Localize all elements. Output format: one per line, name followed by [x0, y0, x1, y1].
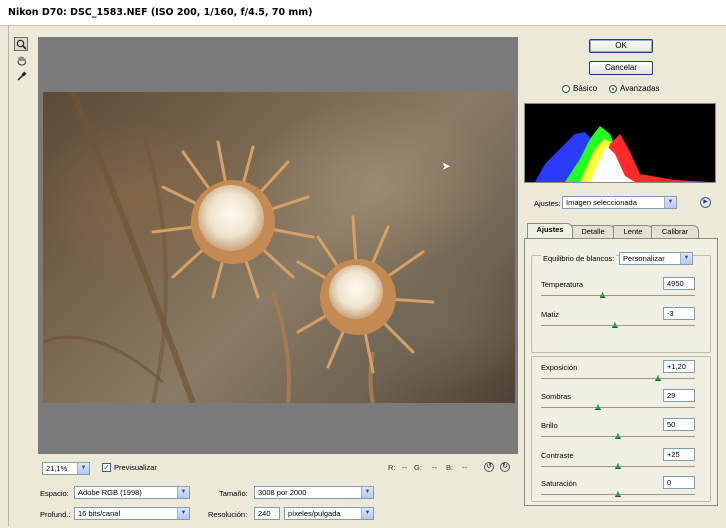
- resolution-input[interactable]: 240: [254, 507, 280, 520]
- sombras-slider-track[interactable]: [541, 407, 695, 408]
- matiz-value-field[interactable]: -3: [663, 307, 695, 320]
- hand-tool[interactable]: [14, 53, 28, 67]
- chevron-down-icon: ▼: [177, 508, 189, 519]
- rgb-g-label: G:: [414, 463, 422, 472]
- hand-icon: [17, 56, 26, 66]
- rgb-r-value: --: [402, 463, 407, 472]
- cancel-button[interactable]: Cancelar: [589, 61, 653, 75]
- space-label: Espacio:: [40, 489, 69, 498]
- settings-label: Ajustes:: [534, 199, 561, 208]
- depth-label: Profund.:: [40, 510, 71, 519]
- exposicion-label: Exposición: [541, 363, 578, 372]
- radio-selected-icon: [609, 84, 618, 93]
- adjust-panel: Equilibrio de blancos: Personalizar ▼ Te…: [524, 238, 718, 506]
- mouse-cursor-icon: ➤: [441, 159, 452, 173]
- tab-detalle[interactable]: Detalle: [571, 225, 615, 238]
- white-balance-group: [531, 255, 711, 353]
- window-title: Nikon D70: DSC_1583.NEF (ISO 200, 1/160,…: [0, 0, 726, 26]
- size-label: Tamaño:: [219, 489, 248, 498]
- temperatura-slider-track[interactable]: [541, 295, 695, 296]
- white-balance-select[interactable]: Personalizar ▼: [619, 252, 693, 265]
- preview-label: Previsualizar: [114, 463, 157, 472]
- rotate-right-icon[interactable]: ↻: [500, 462, 510, 472]
- tab-lente[interactable]: Lente: [613, 225, 653, 238]
- sombras-label: Sombras: [541, 392, 572, 401]
- zoom-select[interactable]: 21,1% ▼: [42, 462, 90, 475]
- white-balance-label: Equilibrio de blancos:: [541, 254, 617, 263]
- tab-calibrar[interactable]: Calibrar: [651, 225, 699, 238]
- eyedropper-icon: [16, 71, 26, 81]
- zoom-tool[interactable]: [14, 37, 28, 51]
- temperatura-label: Temperatura: [541, 280, 584, 289]
- saturacion-value-field[interactable]: 0: [663, 476, 695, 489]
- eyedropper-tool[interactable]: [14, 69, 28, 83]
- histogram-graph: [535, 126, 710, 182]
- matiz-slider-track[interactable]: [541, 325, 695, 326]
- thistle-image: [43, 92, 435, 403]
- resolution-label: Resolución:: [208, 510, 248, 519]
- saturacion-label: Saturación: [541, 479, 577, 488]
- rotate-left-icon[interactable]: ↺: [484, 462, 494, 472]
- space-value: Adobe RGB (1998): [78, 488, 142, 497]
- advanced-radio[interactable]: Avanzadas: [609, 84, 659, 93]
- settings-select-value: Imagen seleccionada: [566, 198, 637, 207]
- chevron-down-icon: ▼: [77, 463, 89, 474]
- exposicion-slider-track[interactable]: [541, 378, 695, 379]
- size-select[interactable]: 3008 por 2000 ▼: [254, 486, 374, 499]
- sombras-value-field[interactable]: 29: [663, 389, 695, 402]
- settings-select[interactable]: Imagen seleccionada ▼: [562, 196, 677, 209]
- basic-radio-label: Básico: [573, 84, 598, 93]
- chevron-down-icon: ▼: [664, 197, 676, 208]
- matiz-label: Matiz: [541, 310, 559, 319]
- space-select[interactable]: Adobe RGB (1998) ▼: [74, 486, 190, 499]
- settings-menu-icon[interactable]: ▶: [700, 197, 711, 208]
- image-preview[interactable]: ➤: [38, 37, 518, 454]
- chevron-down-icon: ▼: [361, 508, 373, 519]
- contraste-value-field[interactable]: +25: [663, 448, 695, 461]
- depth-select[interactable]: 16 bits/canal ▼: [74, 507, 190, 520]
- rgb-b-label: B:: [446, 463, 454, 472]
- brillo-label: Brillo: [541, 421, 558, 430]
- chevron-down-icon: ▼: [361, 487, 373, 498]
- white-balance-value: Personalizar: [623, 254, 665, 263]
- rgb-r-label: R:: [388, 463, 396, 472]
- mode-radio-group: Básico Avanzadas: [562, 84, 659, 93]
- size-value: 3008 por 2000: [258, 488, 307, 497]
- tab-ajustes[interactable]: Ajustes: [527, 223, 573, 238]
- brillo-value-field[interactable]: 50: [663, 418, 695, 431]
- chevron-down-icon: ▼: [177, 487, 189, 498]
- depth-value: 16 bits/canal: [78, 509, 121, 518]
- settings-tabs: Ajustes Detalle Lente Calibrar: [524, 223, 718, 238]
- preview-photo: [43, 92, 515, 403]
- temperatura-value-field[interactable]: 4950: [663, 277, 695, 290]
- advanced-radio-label: Avanzadas: [620, 84, 660, 93]
- resolution-unit-select[interactable]: píxeles/pulgada ▼: [284, 507, 374, 520]
- resolution-unit-value: píxeles/pulgada: [288, 509, 341, 518]
- rgb-g-value: --: [432, 463, 437, 472]
- exposicion-value-field[interactable]: +1,20: [663, 360, 695, 373]
- contraste-label: Contraste: [541, 451, 574, 460]
- preview-checkbox[interactable]: ✓: [102, 463, 111, 472]
- histogram: [524, 103, 716, 183]
- ok-button[interactable]: OK: [589, 39, 653, 53]
- radio-circle-icon: [562, 84, 570, 93]
- basic-radio[interactable]: Básico: [562, 84, 597, 93]
- magnifier-icon: [16, 39, 27, 50]
- chevron-down-icon: ▼: [680, 253, 692, 264]
- rgb-b-value: --: [462, 463, 467, 472]
- zoom-value: 21,1%: [46, 464, 68, 473]
